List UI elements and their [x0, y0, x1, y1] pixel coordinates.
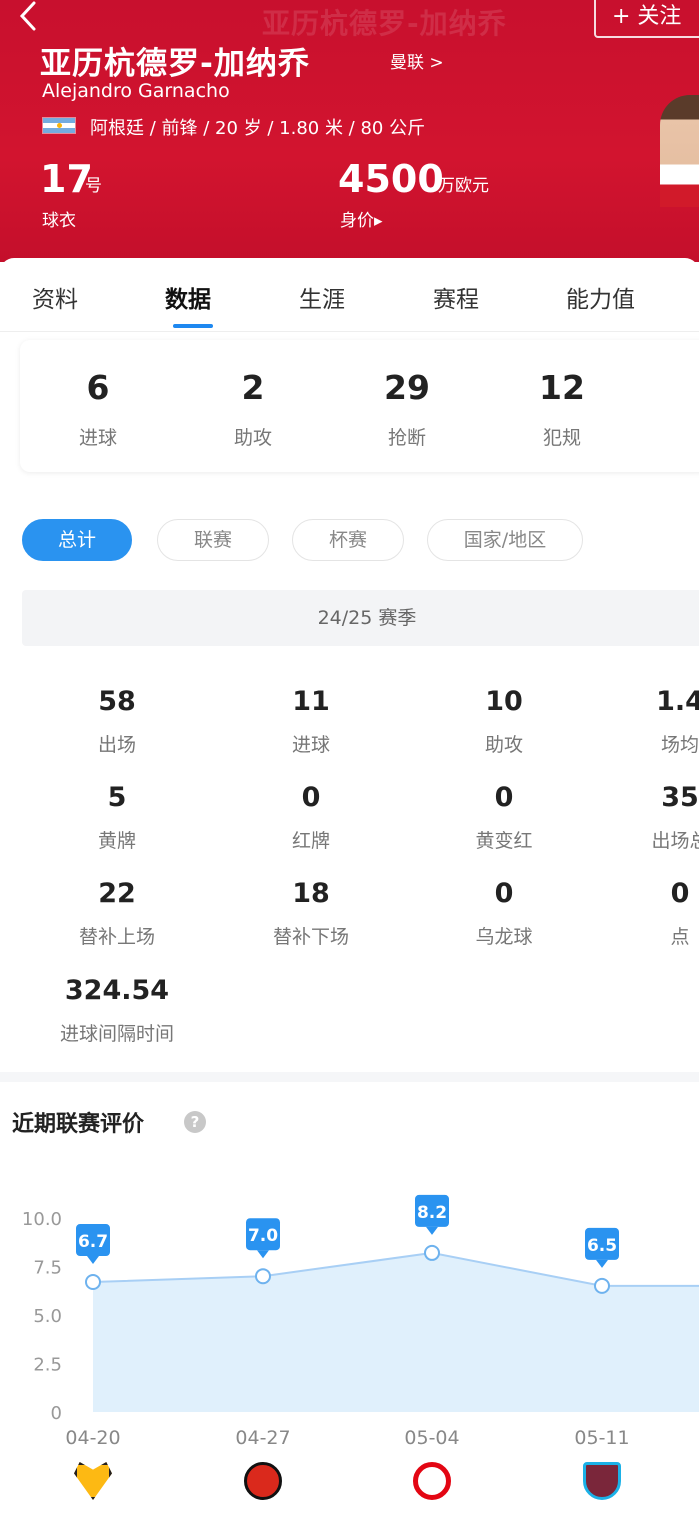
- filter-total[interactable]: 总计: [22, 519, 132, 561]
- rating-area: [93, 1252, 699, 1412]
- stat-appearances-label: 出场: [97, 734, 136, 756]
- stat-second-yellow-label: 黄变红: [475, 830, 533, 852]
- summary-stats-card: 6 进球 2 助攻 29 抢断 12 犯规: [20, 340, 699, 472]
- filter-cup[interactable]: 杯赛: [292, 519, 404, 561]
- summary-goals-label: 进球: [78, 427, 117, 449]
- stat-own-goals-label: 乌龙球: [475, 926, 533, 948]
- chevron-left-icon: [19, 1, 36, 31]
- summary-fouls-label: 犯规: [542, 427, 581, 449]
- svg-text:6.5: 6.5: [587, 1236, 617, 1256]
- stat-assists-value: 10: [485, 686, 523, 717]
- rating-point[interactable]: [85, 1274, 101, 1291]
- y-tick-label: 7.5: [33, 1258, 62, 1279]
- brentford-logo-icon[interactable]: [413, 1462, 451, 1500]
- stat-penalties-value: 0: [670, 878, 690, 909]
- rating-value-badge: 6.5: [585, 1227, 619, 1268]
- svg-text:6.7: 6.7: [78, 1232, 108, 1252]
- y-tick-label: 2.5: [33, 1355, 62, 1376]
- stat-red-value: 0: [301, 782, 321, 813]
- section-divider: [0, 1072, 699, 1082]
- stat-avg-value: 1.4: [656, 686, 699, 717]
- summary-tackles-value: 29: [384, 368, 430, 407]
- rating-point[interactable]: [594, 1277, 610, 1294]
- summary-assists-label: 助攻: [233, 427, 272, 449]
- x-tick-label: 05-04: [404, 1427, 459, 1449]
- player-name-cn: 亚历杭德罗-加纳乔: [40, 46, 310, 82]
- follow-button[interactable]: + 关注: [594, 0, 699, 38]
- stat-sub-on-value: 22: [98, 878, 136, 909]
- y-tick-label: 5.0: [33, 1306, 62, 1327]
- tab-career[interactable]: 生涯: [299, 280, 345, 314]
- tab-schedule[interactable]: 赛程: [433, 280, 479, 314]
- jersey-label: 球衣: [42, 211, 76, 231]
- market-value: 4500: [338, 157, 444, 201]
- stat-penalties-label: 点: [670, 926, 690, 948]
- stat-goal-interval-label: 进球间隔时间: [59, 1023, 174, 1045]
- rating-point[interactable]: [255, 1268, 271, 1285]
- stat-red-label: 红牌: [291, 830, 330, 852]
- player-name-en: Alejandro Garnacho: [42, 80, 230, 102]
- avatar: [660, 95, 699, 207]
- tab-bar: 资料 数据 生涯 赛程 能力值: [0, 258, 699, 332]
- y-tick-label: 0: [51, 1403, 62, 1424]
- header-ghost-title: 亚历杭德罗-加纳乔: [262, 7, 507, 40]
- stat-total-minutes-value: 35: [661, 782, 699, 813]
- rating-section-title: 近期联赛评价: [12, 1112, 145, 1137]
- stat-second-yellow-value: 0: [494, 782, 514, 813]
- jersey-unit: 号: [85, 176, 102, 196]
- tab-active-indicator: [173, 324, 213, 328]
- stat-yellow-label: 黄牌: [97, 830, 136, 852]
- stat-sub-off-value: 18: [292, 878, 330, 909]
- back-button[interactable]: [10, 0, 46, 36]
- summary-assists-value: 2: [241, 368, 265, 407]
- west-ham-logo-icon[interactable]: [583, 1462, 621, 1500]
- stat-sub-off-label: 替补下场: [272, 926, 349, 948]
- y-tick-label: 10.0: [22, 1209, 62, 1230]
- wolves-logo-icon[interactable]: [74, 1462, 112, 1500]
- tab-profile[interactable]: 资料: [32, 280, 78, 314]
- player-bio: 阿根廷 / 前锋 / 20 岁 / 1.80 米 / 80 公斤: [90, 118, 426, 139]
- filter-league[interactable]: 联赛: [157, 519, 269, 561]
- stat-goal-interval-value: 324.54: [64, 975, 170, 1006]
- tab-ability[interactable]: 能力值: [566, 280, 635, 314]
- svg-text:8.2: 8.2: [417, 1203, 447, 1223]
- summary-tackles-label: 抢断: [387, 427, 426, 449]
- rating-value-badge: 7.0: [246, 1218, 280, 1259]
- x-tick-label: 05-11: [574, 1427, 629, 1449]
- tab-data[interactable]: 数据: [165, 280, 211, 314]
- team-link[interactable]: 曼联 >: [390, 48, 444, 73]
- rating-value-badge: 6.7: [76, 1224, 110, 1265]
- x-tick-label: 04-20: [65, 1427, 120, 1449]
- filter-national[interactable]: 国家/地区: [427, 519, 583, 561]
- bournemouth-logo-icon[interactable]: [244, 1462, 282, 1500]
- rating-value-badge: 8.2: [415, 1194, 449, 1235]
- market-value-unit: 万欧元: [438, 176, 489, 196]
- question-circle-icon[interactable]: ?: [184, 1111, 206, 1133]
- season-selector[interactable]: 24/25 赛季: [22, 590, 699, 646]
- stat-assists-label: 助攻: [484, 734, 523, 756]
- argentina-flag-icon: [42, 117, 76, 134]
- stat-yellow-value: 5: [107, 782, 127, 813]
- stat-avg-label: 场均: [660, 734, 699, 756]
- stat-appearances-value: 58: [98, 686, 136, 717]
- player-header: 亚历杭德罗-加纳乔 + 关注 亚历杭德罗-加纳乔 曼联 > Alejandro …: [0, 0, 699, 262]
- rating-point[interactable]: [424, 1244, 440, 1261]
- stat-goals-value: 11: [292, 686, 330, 717]
- stat-total-minutes-label: 出场总: [651, 830, 699, 852]
- x-tick-label: 04-27: [235, 1427, 290, 1449]
- stat-own-goals-value: 0: [494, 878, 514, 909]
- summary-goals-value: 6: [86, 368, 110, 407]
- summary-fouls-value: 12: [539, 368, 585, 407]
- market-value-link[interactable]: 身价▸: [340, 206, 383, 231]
- stat-sub-on-label: 替补上场: [78, 926, 155, 948]
- svg-text:7.0: 7.0: [248, 1226, 278, 1246]
- stat-goals-label: 进球: [291, 734, 330, 756]
- rating-chart: 10.0 7.5 5.0 2.5 0 6.7 04-20 7.0 04-27 8.2 05-04 6.…: [22, 1194, 699, 1449]
